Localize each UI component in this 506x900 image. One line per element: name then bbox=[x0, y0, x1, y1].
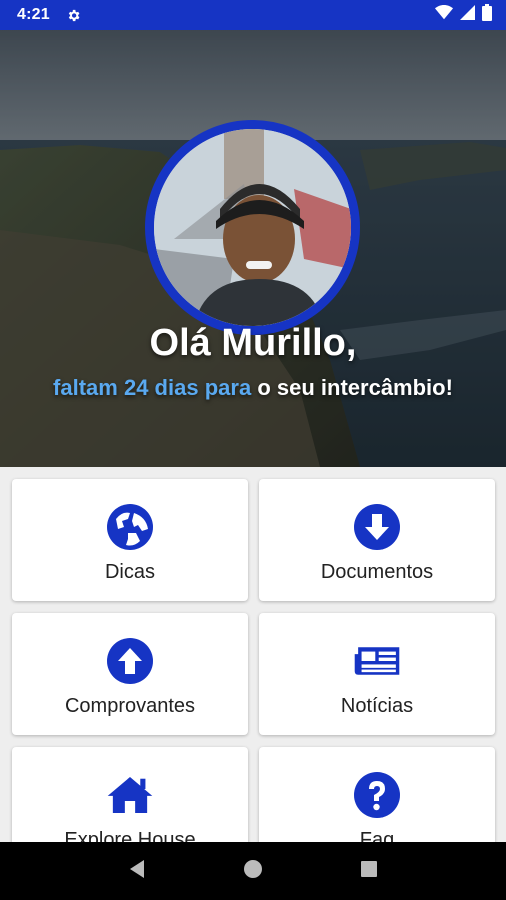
hero-banner: Olá Murillo, faltam 24 dias para o seu i… bbox=[0, 30, 506, 467]
home-circle-icon[interactable] bbox=[243, 859, 263, 884]
back-icon[interactable] bbox=[128, 859, 146, 884]
settings-gear-icon bbox=[66, 8, 81, 23]
status-time: 4:21 bbox=[17, 6, 50, 23]
countdown-faltam: faltam bbox=[53, 375, 118, 400]
upload-icon bbox=[106, 637, 154, 685]
signal-icon bbox=[460, 5, 475, 25]
countdown-text: faltam 24 dias para o seu intercâmbio! bbox=[0, 375, 506, 401]
greeting-title: Olá Murillo, bbox=[149, 322, 357, 364]
menu-label: Documentos bbox=[320, 561, 434, 583]
home-icon bbox=[106, 771, 154, 819]
profile-avatar[interactable] bbox=[145, 120, 360, 335]
recents-square-icon[interactable] bbox=[360, 860, 378, 883]
battery-icon bbox=[482, 4, 492, 26]
countdown-rest: seu intercâmbio! bbox=[276, 375, 453, 400]
newspaper-icon bbox=[353, 637, 401, 685]
countdown-o: o bbox=[257, 375, 271, 400]
menu-label: Dicas bbox=[104, 561, 155, 583]
countdown-days: 24 dias bbox=[123, 375, 199, 400]
wifi-icon bbox=[435, 5, 453, 25]
menu-card-noticias[interactable]: Notícias bbox=[259, 613, 495, 735]
question-icon bbox=[353, 771, 401, 819]
menu-label: Comprovantes bbox=[64, 695, 196, 717]
download-icon bbox=[353, 503, 401, 551]
menu-label: Notícias bbox=[340, 695, 414, 717]
status-bar: 4:21 bbox=[0, 0, 506, 30]
system-nav-bar bbox=[0, 842, 506, 900]
globe-icon bbox=[106, 503, 154, 551]
menu-card-comprovantes[interactable]: Comprovantes bbox=[12, 613, 248, 735]
menu-card-dicas[interactable]: Dicas bbox=[12, 479, 248, 601]
menu-card-documentos[interactable]: Documentos bbox=[259, 479, 495, 601]
avatar-photo bbox=[154, 129, 351, 326]
countdown-para: para bbox=[204, 375, 252, 400]
menu-grid: Dicas Documentos Comprovantes Notícias E… bbox=[12, 479, 496, 869]
